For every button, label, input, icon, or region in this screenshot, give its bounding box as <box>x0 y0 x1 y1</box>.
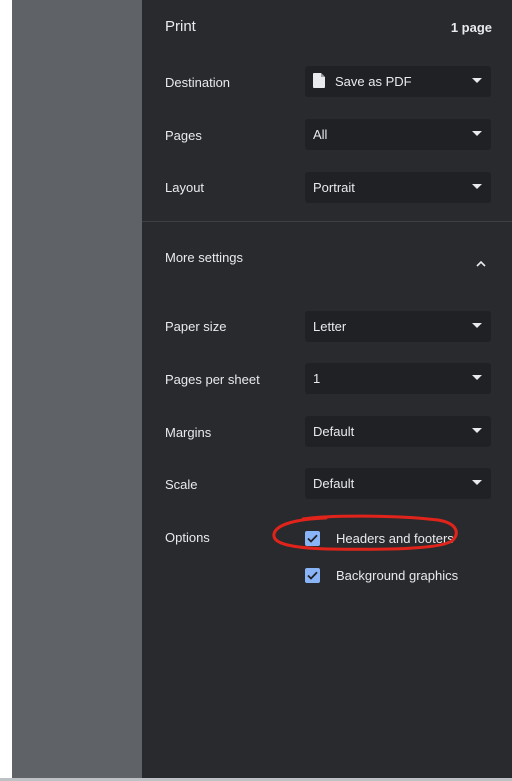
paper-size-select[interactable]: Letter <box>305 311 491 342</box>
section-divider <box>142 221 512 222</box>
chevron-down-icon <box>472 184 482 189</box>
chevron-down-icon <box>472 323 482 328</box>
chevron-down-icon <box>472 131 482 136</box>
checkmark-icon <box>307 571 318 580</box>
chevron-down-icon <box>472 78 482 83</box>
more-settings-toggle[interactable]: More settings <box>142 238 512 278</box>
destination-label: Destination <box>165 75 231 90</box>
print-preview-area <box>12 0 142 778</box>
pages-per-sheet-label: Pages per sheet <box>165 372 260 387</box>
layout-label: Layout <box>165 180 205 195</box>
margins-select[interactable]: Default <box>305 416 491 447</box>
pages-select[interactable]: All <box>305 119 491 150</box>
print-title: Print <box>165 18 196 35</box>
print-settings-panel: Print 1 page Destination Save as PDF Pag… <box>142 0 512 778</box>
layout-select[interactable]: Portrait <box>305 172 491 203</box>
page-count: 1 page <box>450 20 492 35</box>
chevron-up-icon <box>476 254 486 272</box>
margins-label: Margins <box>165 425 212 440</box>
scale-label: Scale <box>165 477 198 492</box>
pages-per-sheet-select[interactable]: 1 <box>305 363 491 394</box>
layout-value: Portrait <box>313 180 355 195</box>
scale-select[interactable]: Default <box>305 468 491 499</box>
options-label: Options <box>165 530 210 545</box>
headers-footers-label: Headers and footers <box>336 530 454 546</box>
chevron-down-icon <box>472 375 482 380</box>
destination-select[interactable]: Save as PDF <box>305 66 491 97</box>
document-icon <box>313 72 325 91</box>
scale-value: Default <box>313 476 355 491</box>
paper-size-label: Paper size <box>165 319 227 334</box>
margins-value: Default <box>313 424 355 439</box>
headers-footers-option[interactable]: Headers and footers <box>305 528 454 548</box>
chevron-down-icon <box>472 480 482 485</box>
checkmark-icon <box>307 534 318 543</box>
chevron-down-icon <box>472 428 482 433</box>
background-graphics-checkbox[interactable] <box>305 567 320 583</box>
background-graphics-option[interactable]: Background graphics <box>305 565 458 585</box>
background-graphics-label: Background graphics <box>336 567 459 583</box>
pages-value: All <box>313 127 328 142</box>
paper-size-value: Letter <box>313 319 347 334</box>
more-settings-label: More settings <box>165 250 244 265</box>
destination-value: Save as PDF <box>335 74 412 89</box>
pages-per-sheet-value: 1 <box>313 371 321 386</box>
headers-footers-checkbox[interactable] <box>305 530 320 546</box>
pages-label: Pages <box>165 128 202 143</box>
